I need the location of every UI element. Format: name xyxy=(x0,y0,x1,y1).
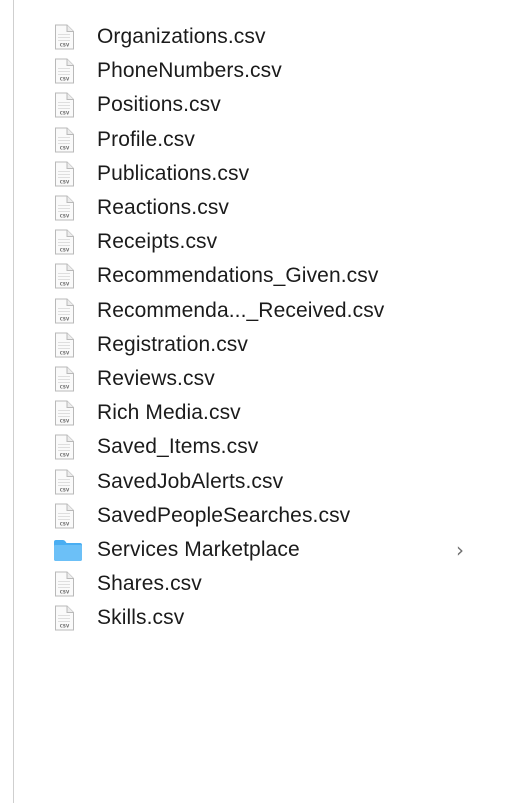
csv-badge-label: CSV xyxy=(60,350,70,355)
file-row-organizations[interactable]: CSV Organizations.csv xyxy=(0,20,506,54)
csv-file-icon: CSV xyxy=(53,366,83,392)
csv-file-icon: CSV xyxy=(53,263,83,289)
file-name: Reviews.csv xyxy=(97,366,215,390)
file-name: Registration.csv xyxy=(97,332,248,356)
file-row-phone-numbers[interactable]: CSV PhoneNumbers.csv xyxy=(0,54,506,88)
file-name: Profile.csv xyxy=(97,127,195,151)
csv-badge-label: CSV xyxy=(60,145,70,150)
csv-file-icon: CSV xyxy=(53,127,83,153)
file-name: Skills.csv xyxy=(97,606,185,630)
csv-file-icon: CSV xyxy=(53,332,83,358)
folder-row-services-marketplace[interactable]: Services Marketplace › xyxy=(0,533,506,567)
chevron-right-icon[interactable]: › xyxy=(456,538,464,562)
file-row-publications[interactable]: CSV Publications.csv xyxy=(0,157,506,191)
file-row-receipts[interactable]: CSV Receipts.csv xyxy=(0,225,506,259)
folder-name: Services Marketplace xyxy=(97,537,300,561)
csv-file-icon: CSV xyxy=(53,24,83,50)
file-row-positions[interactable]: CSV Positions.csv xyxy=(0,88,506,122)
file-row-skills[interactable]: CSV Skills.csv xyxy=(0,601,506,635)
csv-badge-label: CSV xyxy=(60,590,70,595)
csv-badge-label: CSV xyxy=(60,316,70,321)
csv-badge-label: CSV xyxy=(60,282,70,287)
csv-badge-label: CSV xyxy=(60,248,70,253)
csv-badge-label: CSV xyxy=(60,453,70,458)
file-row-reviews[interactable]: CSV Reviews.csv xyxy=(0,362,506,396)
csv-badge-label: CSV xyxy=(60,487,70,492)
csv-file-icon: CSV xyxy=(53,434,83,460)
file-name: SavedJobAlerts.csv xyxy=(97,469,284,493)
file-row-profile[interactable]: CSV Profile.csv xyxy=(0,123,506,157)
csv-file-icon: CSV xyxy=(53,571,83,597)
finder-file-list-pane: CSV Organizations.csv CSV PhoneNumbers.c… xyxy=(0,0,506,803)
csv-badge-label: CSV xyxy=(60,384,70,389)
file-row-recommendations-received[interactable]: CSV Recommenda..._Received.csv xyxy=(0,294,506,328)
csv-file-icon: CSV xyxy=(53,298,83,324)
folder-icon xyxy=(53,537,83,563)
file-name: Positions.csv xyxy=(97,93,221,117)
file-name: Organizations.csv xyxy=(97,25,266,49)
file-name: Recommendations_Given.csv xyxy=(97,264,379,288)
file-name: PhoneNumbers.csv xyxy=(97,59,282,83)
file-row-reactions[interactable]: CSV Reactions.csv xyxy=(0,191,506,225)
csv-file-icon: CSV xyxy=(53,503,83,529)
csv-file-icon: CSV xyxy=(53,229,83,255)
csv-badge-label: CSV xyxy=(60,419,70,424)
file-name: Receipts.csv xyxy=(97,230,218,254)
csv-file-icon: CSV xyxy=(53,195,83,221)
file-row-saved-job-alerts[interactable]: CSV SavedJobAlerts.csv xyxy=(0,464,506,498)
csv-file-icon: CSV xyxy=(53,400,83,426)
file-name: Shares.csv xyxy=(97,572,202,596)
csv-badge-label: CSV xyxy=(60,111,70,116)
csv-badge-label: CSV xyxy=(60,43,70,48)
file-name: SavedPeopleSearches.csv xyxy=(97,503,351,527)
file-name: Saved_Items.csv xyxy=(97,435,259,459)
file-row-saved-people-searches[interactable]: CSV SavedPeopleSearches.csv xyxy=(0,499,506,533)
file-name: Recommenda..._Received.csv xyxy=(97,298,385,322)
file-list: CSV Organizations.csv CSV PhoneNumbers.c… xyxy=(0,20,506,635)
csv-badge-label: CSV xyxy=(60,77,70,82)
csv-file-icon: CSV xyxy=(53,469,83,495)
file-name: Publications.csv xyxy=(97,161,250,185)
file-name: Reactions.csv xyxy=(97,196,230,220)
csv-file-icon: CSV xyxy=(53,605,83,631)
csv-badge-label: CSV xyxy=(60,521,70,526)
csv-file-icon: CSV xyxy=(53,161,83,187)
file-name: Rich Media.csv xyxy=(97,401,241,425)
csv-file-icon: CSV xyxy=(53,58,83,84)
csv-badge-label: CSV xyxy=(60,179,70,184)
file-row-recommendations-given[interactable]: CSV Recommendations_Given.csv xyxy=(0,259,506,293)
csv-badge-label: CSV xyxy=(60,214,70,219)
file-row-rich-media[interactable]: CSV Rich Media.csv xyxy=(0,396,506,430)
file-row-registration[interactable]: CSV Registration.csv xyxy=(0,328,506,362)
csv-file-icon: CSV xyxy=(53,92,83,118)
file-row-saved-items[interactable]: CSV Saved_Items.csv xyxy=(0,430,506,464)
file-row-shares[interactable]: CSV Shares.csv xyxy=(0,567,506,601)
csv-badge-label: CSV xyxy=(60,624,70,629)
